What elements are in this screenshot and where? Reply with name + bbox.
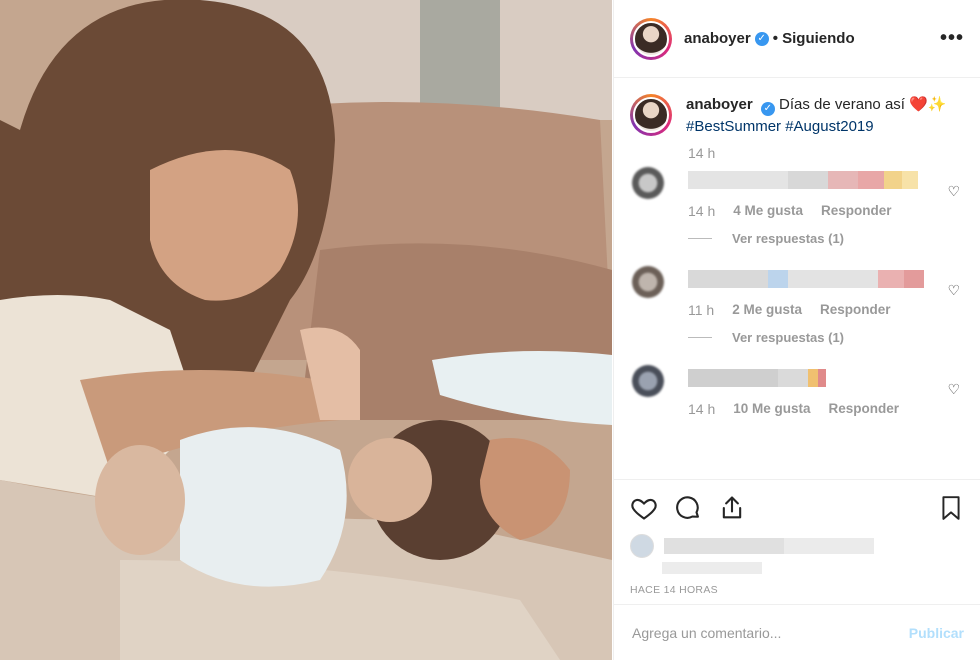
caption-hashtags[interactable]: #BestSummer #August2019 [686, 118, 874, 135]
reply-button[interactable]: Responder [821, 203, 892, 219]
publish-button[interactable]: Publicar [909, 625, 964, 641]
post-sidebar: anaboyer ✓ • Siguiendo ••• anaboyer ✓ Dí… [613, 0, 980, 660]
comment-like-icon[interactable]: ♡ [947, 381, 960, 398]
comment-meta: 11 h 2 Me gusta Responder [688, 302, 964, 318]
comment-likes[interactable]: 2 Me gusta [732, 302, 802, 318]
caption-avatar[interactable] [630, 94, 672, 136]
bookmark-icon[interactable] [938, 494, 964, 522]
comment-item: 14 h 10 Me gusta Responder ♡ [614, 361, 980, 417]
post-actions: HACE 14 HORAS [614, 479, 980, 596]
caption-text: Días de verano así ❤️✨ [779, 96, 947, 113]
post-header: anaboyer ✓ • Siguiendo ••• [614, 0, 980, 78]
like-icon[interactable] [630, 494, 658, 522]
comment-body: 14 h 10 Me gusta Responder [688, 361, 964, 417]
profile-avatar[interactable] [630, 17, 672, 60]
comment-text-blurred [688, 369, 964, 387]
more-options-icon[interactable]: ••• [940, 27, 964, 50]
replies-divider [688, 337, 712, 338]
comment-time: 14 h [688, 203, 716, 219]
comment-likes[interactable]: 10 Me gusta [733, 401, 810, 417]
comment-body: 14 h 4 Me gusta Responder Ver respuestas… [688, 163, 964, 246]
follow-status[interactable]: • Siguiendo [773, 30, 855, 47]
comment-icon[interactable] [674, 494, 702, 522]
verified-badge-icon: ✓ [754, 31, 769, 46]
view-replies[interactable]: Ver respuestas (1) [688, 231, 964, 246]
caption-username[interactable]: anaboyer [686, 96, 753, 113]
post-photo[interactable] [0, 0, 612, 660]
comment-text-blurred [688, 171, 964, 189]
reply-button[interactable]: Responder [829, 401, 900, 417]
comment-avatar[interactable] [632, 266, 664, 298]
comment-avatar[interactable] [632, 167, 664, 199]
comment-like-icon[interactable]: ♡ [947, 282, 960, 299]
comment-likes[interactable]: 4 Me gusta [733, 203, 803, 219]
comment-time: 11 h [688, 302, 715, 318]
view-replies-label: Ver respuestas (1) [732, 231, 845, 246]
comment-avatar[interactable] [632, 365, 664, 397]
likes-text-blurred-line2 [662, 562, 964, 574]
comment-time: 14 h [688, 401, 716, 417]
action-row [630, 492, 964, 524]
post-caption: anaboyer ✓ Días de verano así ❤️✨ #BestS… [614, 78, 980, 137]
view-replies-label: Ver respuestas (1) [732, 330, 845, 345]
liker-avatar [630, 534, 654, 558]
comment-item: 11 h 2 Me gusta Responder Ver respuestas… [614, 262, 980, 345]
comment-body: 11 h 2 Me gusta Responder Ver respuestas… [688, 262, 964, 345]
caption-time: 14 h [688, 145, 716, 161]
comment-meta: 14 h 4 Me gusta Responder [688, 203, 964, 219]
post-time-ago: HACE 14 HORAS [630, 584, 718, 596]
verified-badge-icon: ✓ [760, 102, 775, 116]
post-username[interactable]: anaboyer [684, 30, 751, 47]
comment-input[interactable] [630, 623, 909, 642]
add-comment-bar: Publicar [614, 604, 980, 660]
avatar-image [633, 97, 669, 133]
comment-item: 14 h 4 Me gusta Responder Ver respuestas… [614, 163, 980, 246]
view-replies[interactable]: Ver respuestas (1) [688, 330, 964, 345]
share-icon[interactable] [718, 494, 746, 522]
replies-divider [688, 238, 712, 239]
avatar-image [633, 20, 669, 57]
reply-button[interactable]: Responder [820, 302, 891, 318]
comment-like-icon[interactable]: ♡ [947, 183, 960, 200]
comment-text-blurred [688, 270, 964, 288]
likes-summary[interactable] [630, 534, 964, 558]
likes-text-blurred [664, 538, 874, 554]
comment-meta: 14 h 10 Me gusta Responder [688, 401, 964, 417]
caption-text-block: anaboyer ✓ Días de verano así ❤️✨ #BestS… [686, 94, 946, 137]
